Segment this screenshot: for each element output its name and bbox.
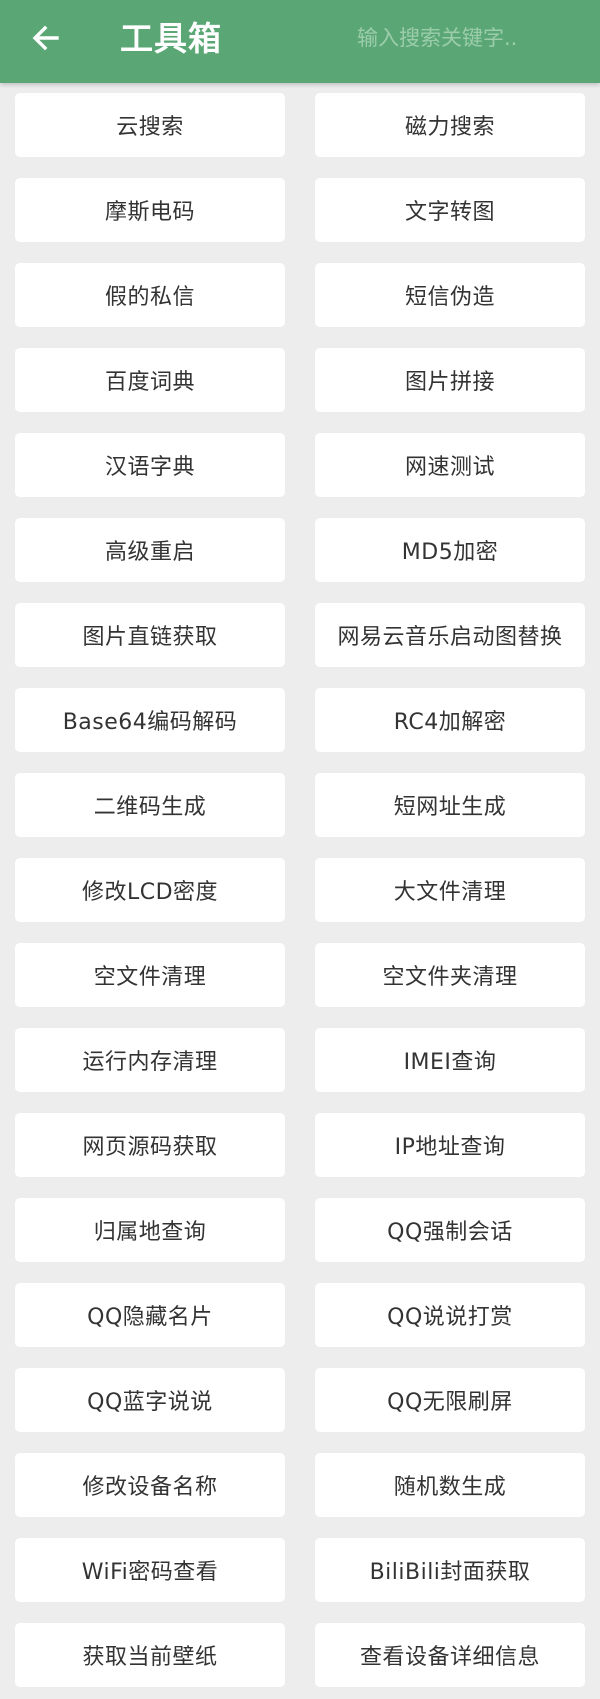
- tool-label: 汉语字典: [104, 455, 195, 480]
- tool-button[interactable]: RC4加解密: [315, 688, 585, 752]
- tool-button[interactable]: 图片拼接: [315, 348, 585, 412]
- tool-label: 假的私信: [104, 285, 195, 310]
- tool-label: 空文件清理: [93, 965, 207, 990]
- tool-button[interactable]: 修改LCD密度: [15, 858, 285, 922]
- tool-grid: 云搜索 磁力搜索 摩斯电码 文字转图 假的私信 短信伪造 百度词典 图片拼接 汉…: [15, 93, 585, 1687]
- tool-label: 云搜索: [116, 115, 184, 140]
- tool-button[interactable]: 空文件夹清理: [315, 943, 585, 1007]
- tool-label: BiliBili封面获取: [369, 1560, 531, 1585]
- tool-label: 短信伪造: [404, 285, 495, 310]
- tool-label: 网页源码获取: [82, 1135, 218, 1160]
- tool-label: RC4加解密: [393, 710, 507, 735]
- tool-button[interactable]: 图片直链获取: [15, 603, 285, 667]
- tool-button[interactable]: QQ蓝字说说: [15, 1368, 285, 1432]
- tool-label: 获取当前壁纸: [82, 1645, 218, 1670]
- tool-label: 查看设备详细信息: [359, 1645, 540, 1670]
- tool-button[interactable]: 归属地查询: [15, 1198, 285, 1262]
- tool-label: MD5加密: [401, 540, 499, 565]
- tool-button[interactable]: MD5加密: [315, 518, 585, 582]
- tool-button[interactable]: 二维码生成: [15, 773, 285, 837]
- tool-label: 网易云音乐启动图替换: [337, 625, 563, 650]
- tool-button[interactable]: 网速测试: [315, 433, 585, 497]
- tool-label: 文字转图: [404, 200, 495, 225]
- tool-button[interactable]: 网易云音乐启动图替换: [315, 603, 585, 667]
- tool-button[interactable]: 短信伪造: [315, 263, 585, 327]
- tool-label: 运行内存清理: [82, 1050, 218, 1075]
- tool-label: 网速测试: [404, 455, 495, 480]
- tool-label: 摩斯电码: [104, 200, 195, 225]
- tool-button[interactable]: 假的私信: [15, 263, 285, 327]
- tool-button[interactable]: 网页源码获取: [15, 1113, 285, 1177]
- tool-label: 图片拼接: [404, 370, 495, 395]
- tool-button[interactable]: 云搜索: [15, 93, 285, 157]
- tool-button[interactable]: 汉语字典: [15, 433, 285, 497]
- tool-label: 高级重启: [104, 540, 195, 565]
- page-title: 工具箱: [120, 19, 222, 58]
- tool-button[interactable]: 磁力搜索: [315, 93, 585, 157]
- tool-button[interactable]: 摩斯电码: [15, 178, 285, 242]
- tool-label: 修改LCD密度: [81, 880, 219, 905]
- tool-button[interactable]: QQ隐藏名片: [15, 1283, 285, 1347]
- tool-button[interactable]: 高级重启: [15, 518, 285, 582]
- tool-label: 磁力搜索: [404, 115, 495, 140]
- tool-label: QQ蓝字说说: [87, 1390, 213, 1415]
- tool-label: 空文件夹清理: [382, 965, 518, 990]
- tool-label: 修改设备名称: [82, 1475, 218, 1500]
- app-bar: 工具箱: [0, 0, 600, 83]
- tool-button[interactable]: 大文件清理: [315, 858, 585, 922]
- tool-button[interactable]: 查看设备详细信息: [315, 1623, 585, 1687]
- tool-label: Base64编码解码: [62, 710, 238, 735]
- tool-label: 二维码生成: [93, 795, 207, 820]
- tool-label: 大文件清理: [393, 880, 507, 905]
- tool-label: 百度词典: [104, 370, 195, 395]
- search-input[interactable]: [357, 18, 589, 58]
- tool-button[interactable]: QQ说说打赏: [315, 1283, 585, 1347]
- tool-label: QQ说说打赏: [387, 1305, 513, 1330]
- tool-label: QQ无限刷屏: [387, 1390, 513, 1415]
- tool-label: IP地址查询: [394, 1135, 506, 1160]
- tool-button[interactable]: 随机数生成: [315, 1453, 585, 1517]
- tool-button[interactable]: IP地址查询: [315, 1113, 585, 1177]
- tool-button[interactable]: 空文件清理: [15, 943, 285, 1007]
- tool-button[interactable]: 百度词典: [15, 348, 285, 412]
- tool-button[interactable]: 运行内存清理: [15, 1028, 285, 1092]
- arrow-left-icon: [32, 25, 59, 51]
- tool-label: 短网址生成: [393, 795, 507, 820]
- tool-button[interactable]: BiliBili封面获取: [315, 1538, 585, 1602]
- tool-button[interactable]: QQ无限刷屏: [315, 1368, 585, 1432]
- tool-label: WiFi密码查看: [81, 1560, 219, 1585]
- tool-label: QQ隐藏名片: [87, 1305, 213, 1330]
- tool-button[interactable]: 短网址生成: [315, 773, 585, 837]
- tool-label: 随机数生成: [393, 1475, 507, 1500]
- tool-button[interactable]: IMEI查询: [315, 1028, 585, 1092]
- tool-label: 归属地查询: [93, 1220, 207, 1245]
- tool-button[interactable]: 修改设备名称: [15, 1453, 285, 1517]
- tool-label: 图片直链获取: [82, 625, 218, 650]
- tool-button[interactable]: Base64编码解码: [15, 688, 285, 752]
- tool-button[interactable]: WiFi密码查看: [15, 1538, 285, 1602]
- tool-button[interactable]: 文字转图: [315, 178, 585, 242]
- tool-button[interactable]: QQ强制会话: [315, 1198, 585, 1262]
- tool-button[interactable]: 获取当前壁纸: [15, 1623, 285, 1687]
- tool-label: IMEI查询: [403, 1050, 497, 1075]
- back-button[interactable]: [26, 18, 66, 58]
- tool-label: QQ强制会话: [387, 1220, 513, 1245]
